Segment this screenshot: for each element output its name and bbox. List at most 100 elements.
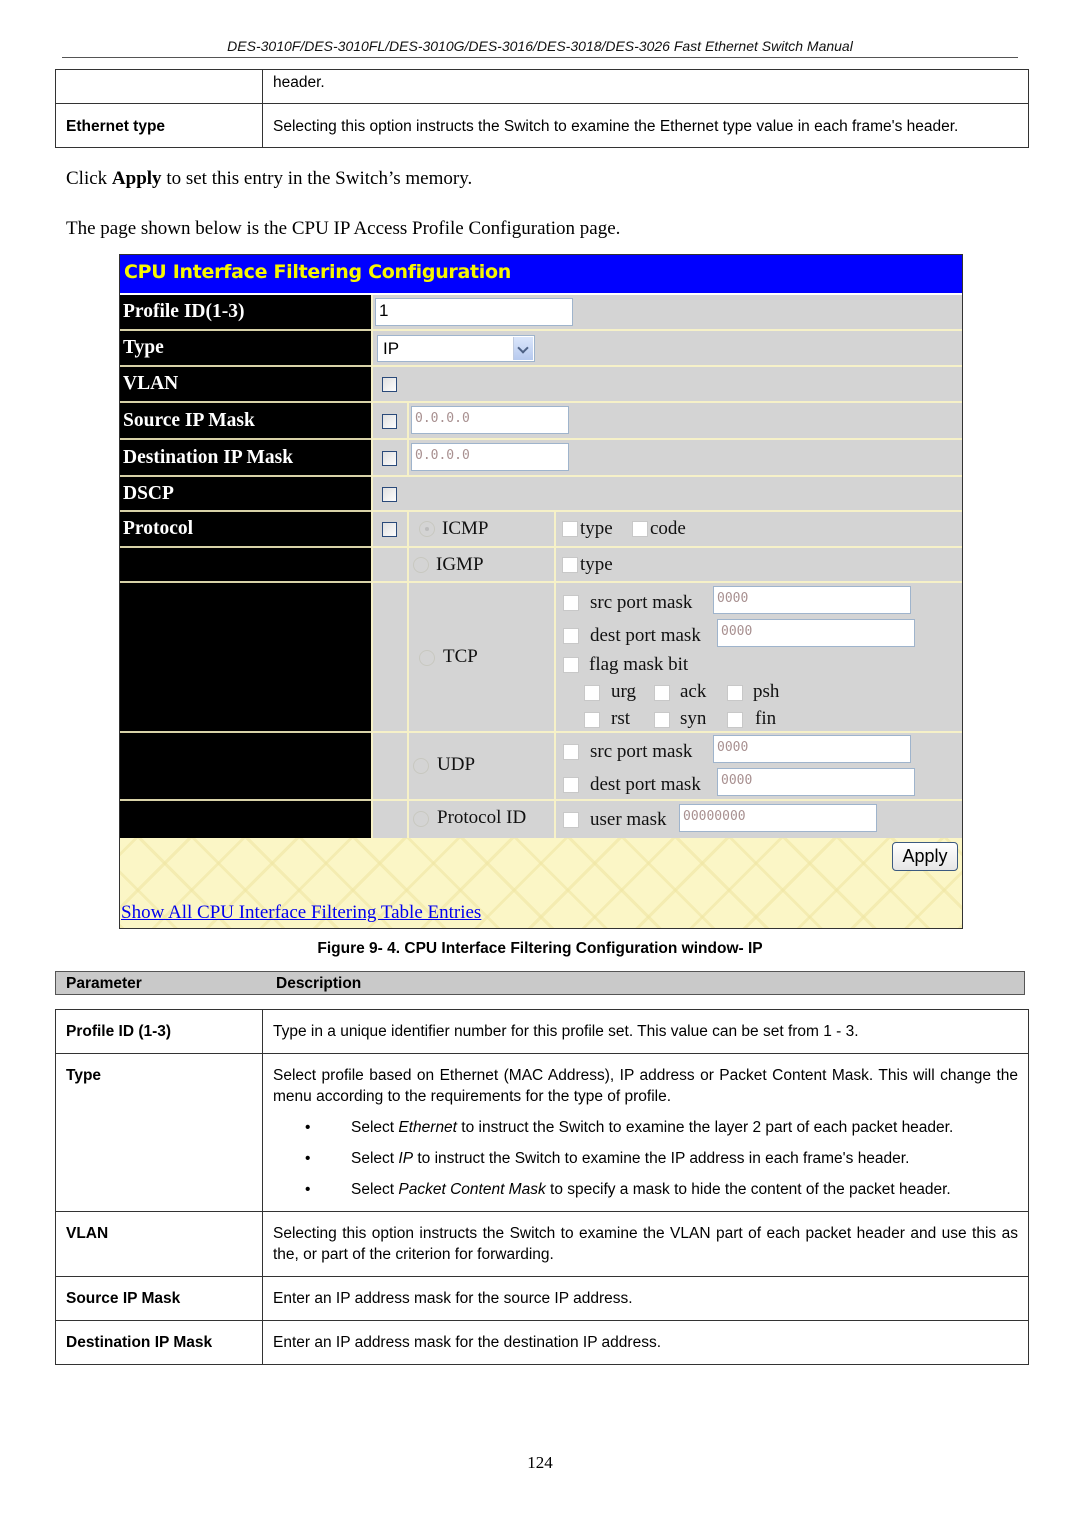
apply-button[interactable]: Apply bbox=[892, 842, 958, 871]
bullet-em: Ethernet bbox=[398, 1119, 457, 1136]
icmp-code-label: code bbox=[650, 518, 686, 539]
udp-dest-port-mask-label: dest port mask bbox=[590, 774, 701, 795]
label-blank bbox=[120, 548, 371, 583]
tcp-flag-urg-checkbox[interactable] bbox=[584, 685, 600, 701]
cell-udp-options: src port mask 0000 dest port mask 0000 bbox=[554, 733, 962, 801]
cell-icmp: ICMP bbox=[407, 512, 554, 548]
tcp-radio[interactable] bbox=[419, 650, 435, 666]
tcp-dest-port-mask-input[interactable]: 0000 bbox=[717, 619, 915, 647]
tcp-flag-psh-checkbox[interactable] bbox=[727, 685, 743, 701]
icmp-radio[interactable] bbox=[419, 521, 435, 537]
tcp-flag-fin-label: fin bbox=[755, 708, 777, 729]
tcp-flag-ack-checkbox[interactable] bbox=[654, 685, 670, 701]
tcp-src-port-mask-label: src port mask bbox=[590, 592, 693, 613]
show-all-entries-link[interactable]: Show All CPU Interface Filtering Table E… bbox=[121, 902, 481, 924]
tcp-src-port-mask-checkbox[interactable] bbox=[563, 595, 579, 611]
tcp-flag-urg-label: urg bbox=[611, 681, 636, 702]
apply-sentence: Click Apply to set this entry in the Swi… bbox=[66, 168, 472, 190]
figure-caption: Figure 9- 4. CPU Interface Filtering Con… bbox=[317, 940, 763, 957]
row-vlan: VLAN bbox=[120, 367, 962, 403]
table-row: Source IP Mask Enter an IP address mask … bbox=[55, 1276, 1029, 1321]
label-vlan: VLAN bbox=[120, 367, 371, 403]
header-rule bbox=[62, 57, 1018, 58]
user-mask-input[interactable]: 00000000 bbox=[679, 804, 877, 832]
udp-radio[interactable] bbox=[413, 758, 429, 774]
tcp-src-port-mask-input[interactable]: 0000 bbox=[713, 586, 911, 614]
bullet-pre: Select bbox=[351, 1119, 399, 1136]
param-cell: Destination IP Mask bbox=[55, 1320, 263, 1365]
label-blank bbox=[120, 733, 371, 801]
udp-dest-port-mask-input[interactable]: 0000 bbox=[717, 768, 915, 796]
label-blank bbox=[120, 583, 371, 733]
udp-src-port-mask-input[interactable]: 0000 bbox=[713, 735, 911, 763]
label-blank bbox=[120, 801, 371, 838]
tcp-flag-psh-label: psh bbox=[753, 681, 780, 702]
tcp-flag-rst-label: rst bbox=[611, 708, 630, 729]
igmp-type-checkbox[interactable] bbox=[562, 557, 578, 573]
label-text: Profile ID(1-3) bbox=[123, 301, 245, 322]
udp-dest-port-mask-checkbox[interactable] bbox=[563, 777, 579, 793]
label-text: DSCP bbox=[123, 482, 174, 504]
source-ip-mask-input[interactable]: 0.0.0.0 bbox=[411, 406, 569, 434]
page-number: 124 bbox=[527, 1453, 553, 1472]
icmp-code-checkbox[interactable] bbox=[632, 521, 648, 537]
profile-id-input[interactable]: 1 bbox=[375, 298, 573, 326]
igmp-radio[interactable] bbox=[413, 557, 429, 573]
bullet-pre: Select bbox=[351, 1150, 399, 1167]
param-cell: Type bbox=[55, 1053, 263, 1212]
desc-cell: Type in a unique identifier number for t… bbox=[262, 1009, 1029, 1054]
destination-ip-mask-input[interactable]: 0.0.0.0 bbox=[411, 443, 569, 471]
cell-icmp-options: type code bbox=[554, 512, 962, 548]
cell-type: IP bbox=[371, 331, 962, 367]
cell-igmp-options: type bbox=[554, 548, 962, 583]
param-table-header: Parameter Description bbox=[55, 971, 1025, 995]
cell-udp: UDP bbox=[407, 733, 554, 801]
list-item: Select Packet Content Mask to specify a … bbox=[273, 1179, 1018, 1200]
protocol-id-radio[interactable] bbox=[413, 811, 429, 827]
destination-ip-mask-checkbox[interactable] bbox=[382, 451, 397, 466]
type-description: Select profile based on Ethernet (MAC Ad… bbox=[273, 1067, 1018, 1105]
row-destination-ip-mask: Destination IP Mask 0.0.0.0 bbox=[120, 440, 962, 477]
dscp-checkbox[interactable] bbox=[382, 487, 397, 502]
param-cell: Source IP Mask bbox=[55, 1276, 263, 1321]
protocol-checkbox[interactable] bbox=[382, 522, 397, 537]
user-mask-label: user mask bbox=[590, 809, 667, 830]
table-row: Ethernet type Selecting this option inst… bbox=[55, 103, 1029, 148]
label-destination-ip-mask: Destination IP Mask bbox=[120, 440, 371, 477]
row-source-ip-mask: Source IP Mask 0.0.0.0 bbox=[120, 403, 962, 440]
tcp-flag-mask-checkbox[interactable] bbox=[563, 657, 579, 673]
bullet-post: to instruct the Switch to examine the IP… bbox=[413, 1150, 910, 1167]
tcp-dest-port-mask-checkbox[interactable] bbox=[563, 628, 579, 644]
table-row: Type Select profile based on Ethernet (M… bbox=[55, 1053, 1029, 1212]
tcp-flag-ack-label: ack bbox=[680, 681, 707, 702]
chevron-down-icon[interactable] bbox=[513, 337, 533, 360]
icmp-type-checkbox[interactable] bbox=[562, 521, 578, 537]
type-select[interactable]: IP bbox=[377, 335, 535, 362]
label-protocol: Protocol bbox=[120, 512, 371, 548]
user-mask-checkbox[interactable] bbox=[563, 812, 579, 828]
udp-src-port-mask-checkbox[interactable] bbox=[563, 744, 579, 760]
label-text: Source IP Mask bbox=[123, 409, 255, 431]
top-param-table: header. Ethernet type Selecting this opt… bbox=[55, 69, 1029, 148]
source-ip-mask-checkbox[interactable] bbox=[382, 414, 397, 429]
cell-dscp bbox=[371, 477, 962, 512]
cell-destination-ip-check bbox=[371, 440, 407, 477]
row-protocol-icmp: Protocol ICMP type code bbox=[120, 512, 962, 548]
label-text: Type bbox=[123, 337, 164, 358]
cell-tcp: TCP bbox=[407, 583, 554, 733]
vlan-checkbox[interactable] bbox=[382, 377, 397, 392]
bullet-em: IP bbox=[398, 1150, 414, 1167]
tcp-flag-rst-checkbox[interactable] bbox=[584, 712, 600, 728]
row-protocol-igmp: IGMP type bbox=[120, 548, 962, 583]
tcp-flag-syn-checkbox[interactable] bbox=[654, 712, 670, 728]
label-type: Type bbox=[120, 331, 371, 367]
label-text: Protocol bbox=[123, 518, 194, 539]
tcp-flag-fin-checkbox[interactable] bbox=[727, 712, 743, 728]
cell-empty bbox=[371, 548, 407, 583]
table-row: Profile ID (1-3) Type in a unique identi… bbox=[55, 1009, 1029, 1054]
protocol-id-label: Protocol ID bbox=[437, 807, 527, 828]
label-source-ip-mask: Source IP Mask bbox=[120, 403, 371, 440]
panel-title: CPU Interface Filtering Configuration bbox=[124, 261, 511, 283]
udp-src-port-mask-label: src port mask bbox=[590, 741, 693, 762]
label-dscp: DSCP bbox=[120, 477, 371, 512]
